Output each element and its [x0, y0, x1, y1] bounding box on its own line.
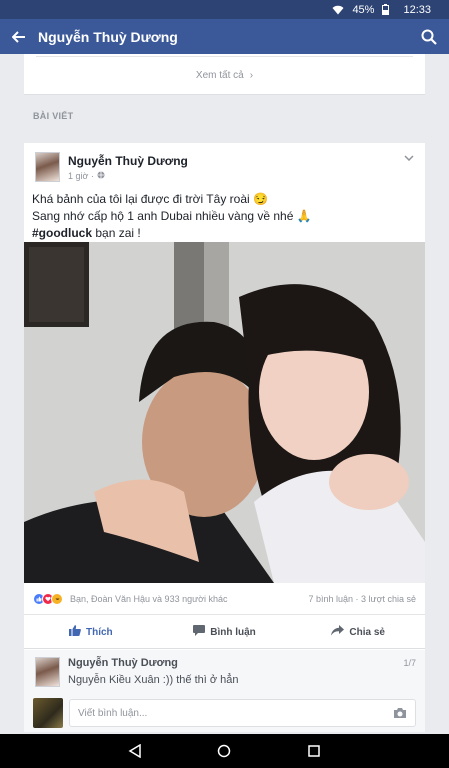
comment-author[interactable]: Nguyễn Thuỳ Dương — [68, 657, 178, 669]
comment-section: Nguyễn Thuỳ Dương Nguyễn Kiều Xuân :)) t… — [24, 650, 425, 732]
status-bar: 45% 12:33 — [0, 0, 449, 19]
post-header: Nguyễn Thuỳ Dương 1 giờ · — [24, 143, 425, 191]
post-line-3-rest: bạn zai ! — [92, 226, 141, 240]
camera-icon[interactable] — [393, 707, 407, 722]
like-icon — [69, 625, 81, 639]
chevron-down-icon[interactable] — [402, 151, 416, 165]
see-all-label: Xem tất cả — [195, 70, 244, 81]
share-label: Chia sẻ — [349, 626, 385, 638]
like-label: Thích — [86, 626, 113, 638]
back-arrow-icon[interactable] — [0, 19, 38, 54]
comment-label: Bình luận — [210, 626, 256, 638]
divider — [36, 56, 413, 57]
post-time[interactable]: 1 giờ · — [68, 171, 94, 181]
friends-card: Xem tất cả › — [24, 54, 425, 95]
hashtag-link[interactable]: #goodluck — [32, 226, 92, 240]
page-title: Nguyễn Thuỳ Dương — [38, 28, 178, 45]
post-text: Khá bảnh của tôi lại được đi trời Tây ro… — [32, 191, 417, 242]
post-stats: Bạn, Đoàn Văn Hậu và 933 người khác 7 bì… — [24, 583, 425, 615]
battery-percent: 45% — [352, 3, 375, 16]
post-card: Nguyễn Thuỳ Dương 1 giờ · Khá bảnh của t… — [24, 143, 425, 732]
write-comment-placeholder: Viết bình luận... — [78, 707, 148, 719]
comment-pager: 1/7 — [403, 658, 416, 668]
globe-icon — [97, 171, 105, 181]
post-line-1: Khá bảnh của tôi lại được đi trời Tây ro… — [32, 192, 268, 206]
write-comment-input[interactable]: Viết bình luận... — [69, 699, 416, 727]
clock: 12:33 — [403, 3, 431, 16]
my-avatar — [33, 698, 63, 728]
comment-share-counts[interactable]: 7 bình luận · 3 lượt chia sẻ — [309, 594, 417, 604]
section-label: BÀI VIẾT — [33, 111, 74, 121]
comment-author-avatar[interactable] — [35, 657, 60, 687]
system-nav-bar — [0, 734, 449, 768]
see-all-link[interactable]: Xem tất cả › — [24, 70, 425, 81]
post-line-2: Sang nhớ cấp hộ 1 anh Dubai nhiều vàng v… — [32, 209, 312, 223]
app-bar: Nguyễn Thuỳ Dương — [0, 19, 449, 54]
haha-reaction-icon — [51, 592, 63, 605]
share-button[interactable]: Chia sẻ — [291, 625, 425, 639]
comment-text: Nguyễn Kiều Xuân :)) thế thì ở hẳn — [68, 674, 239, 686]
author-avatar[interactable] — [35, 152, 60, 182]
nav-back-icon[interactable] — [125, 741, 145, 761]
nav-home-icon[interactable] — [214, 741, 234, 761]
post-line-3: #goodluck bạn zai ! — [32, 225, 417, 242]
reactions-summary[interactable]: Bạn, Đoàn Văn Hậu và 933 người khác — [70, 594, 309, 604]
chevron-right-icon: › — [249, 70, 254, 81]
post-actions: Thích Bình luận Chia sẻ — [24, 616, 425, 649]
nav-recents-icon[interactable] — [304, 741, 324, 761]
post-meta: 1 giờ · — [68, 171, 105, 181]
post-author[interactable]: Nguyễn Thuỳ Dương — [68, 154, 188, 168]
wifi-icon — [332, 5, 344, 15]
comment-button[interactable]: Bình luận — [158, 625, 292, 639]
reaction-icons[interactable] — [33, 592, 63, 605]
battery-icon — [382, 4, 390, 15]
share-icon — [331, 625, 345, 639]
search-icon[interactable] — [409, 19, 449, 54]
comment-icon — [193, 625, 206, 639]
post-photo[interactable] — [24, 242, 425, 583]
like-button[interactable]: Thích — [24, 625, 158, 639]
